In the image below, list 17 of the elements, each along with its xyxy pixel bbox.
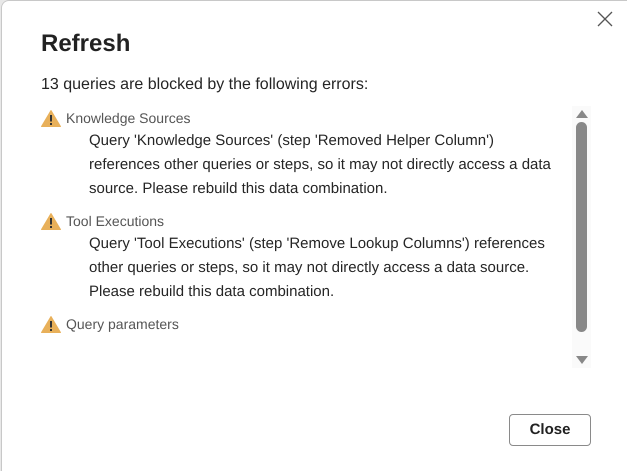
error-detail: Query 'Knowledge Sources' (step 'Removed Helper Column') references other queries or steps, so it may not directly access a data source. Please rebuild this data combination. xyxy=(89,131,552,199)
error-source-name: Query parameters xyxy=(66,315,179,334)
scroll-up-icon[interactable] xyxy=(576,110,588,118)
error-source-name: Tool Executions xyxy=(66,212,164,231)
warning-icon xyxy=(41,212,61,230)
dialog-title: Refresh xyxy=(41,29,132,59)
error-detail: Query 'Tool Executions' (step 'Remove Lookup Columns') references other queries or steps, so it may not directly access a data source. Please rebuild this data combination. xyxy=(89,234,546,302)
message-text: 13 queries are blocked by the following errors: xyxy=(41,75,370,95)
scrollbar-thumb[interactable] xyxy=(576,122,587,332)
error-source-name: Knowledge Sources xyxy=(66,109,191,128)
warning-icon xyxy=(41,316,61,332)
warning-icon xyxy=(41,110,61,126)
close-dialog-button[interactable]: Close xyxy=(509,414,591,446)
close-icon xyxy=(597,11,613,27)
scroll-down-icon[interactable] xyxy=(576,356,588,364)
close-button[interactable] xyxy=(595,9,615,29)
scrollbar[interactable] xyxy=(572,106,591,368)
